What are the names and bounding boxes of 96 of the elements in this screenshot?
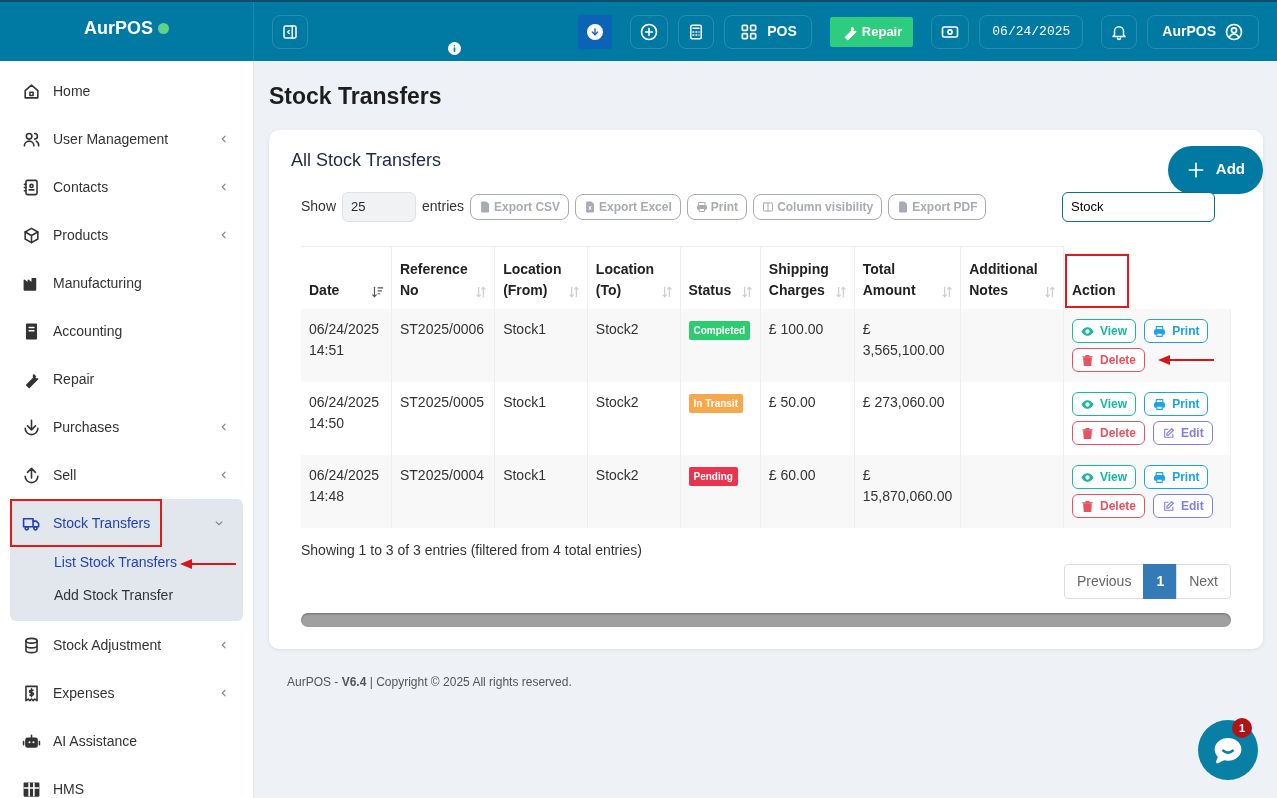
house-icon bbox=[22, 81, 41, 101]
sidebar-item[interactable]: Repair bbox=[10, 355, 243, 403]
sidebar-item[interactable]: Accounting bbox=[10, 307, 243, 355]
entries-label: entries bbox=[422, 197, 465, 216]
sidebar-item[interactable]: Purchases bbox=[10, 403, 243, 451]
sidebar-toggle-button[interactable] bbox=[272, 14, 308, 49]
card-title: All Stock Transfers bbox=[291, 148, 442, 172]
eye-icon bbox=[1081, 324, 1094, 338]
user-circle-icon bbox=[1224, 21, 1244, 42]
sort-icon bbox=[659, 285, 674, 299]
file-icon bbox=[479, 200, 492, 213]
table-cell: Stock2 bbox=[587, 455, 680, 528]
eye-icon bbox=[1081, 397, 1094, 411]
status-badge: In Transit bbox=[688, 394, 743, 413]
sort-icon bbox=[940, 285, 955, 299]
page-button[interactable]: 1 bbox=[1143, 564, 1178, 599]
unread-badge: 1 bbox=[1232, 718, 1252, 738]
printer-icon bbox=[1153, 397, 1167, 411]
pencil-square-icon bbox=[1162, 426, 1176, 440]
upload-icon bbox=[22, 465, 41, 485]
trash-icon bbox=[1081, 426, 1094, 440]
table-cell: £ 15,870,060.00 bbox=[854, 455, 961, 528]
sidebar-item[interactable]: Stock Transfers bbox=[10, 499, 163, 547]
date-button[interactable]: 06/24/2025 bbox=[979, 14, 1084, 49]
cash-button[interactable] bbox=[931, 14, 970, 49]
printer-icon bbox=[695, 200, 708, 213]
sidebar-item[interactable]: Home bbox=[10, 67, 243, 115]
table-cell: Stock1 bbox=[494, 309, 588, 382]
download-icon bbox=[587, 23, 604, 40]
submenu-item[interactable]: Add Stock Transfer bbox=[10, 580, 243, 613]
info-icon bbox=[448, 42, 461, 55]
printer-icon bbox=[1153, 470, 1167, 484]
horizontal-scrollbar[interactable] bbox=[301, 613, 1231, 627]
table-cell: £ 100.00 bbox=[760, 309, 855, 382]
sidebar-item[interactable]: Manufacturing bbox=[10, 259, 243, 307]
delete-button[interactable]: Delete bbox=[1072, 494, 1146, 518]
sidebar-item[interactable]: Products bbox=[10, 211, 243, 259]
sort-icon bbox=[566, 285, 581, 299]
show-label: Show bbox=[301, 197, 337, 216]
user-menu-button[interactable]: AurPOS bbox=[1147, 14, 1259, 49]
plus-circle-icon bbox=[639, 21, 660, 42]
eye-icon bbox=[1081, 470, 1094, 484]
trash-icon bbox=[1081, 499, 1094, 513]
footer-text: AurPOS - V6.4 | Copyright © 2025 All rights reserved. bbox=[286, 674, 573, 691]
table-cell: 06/24/2025 14:51 bbox=[301, 309, 392, 382]
sort-icon bbox=[1043, 285, 1057, 299]
trash-icon bbox=[1081, 353, 1094, 367]
table-cell: ST2025/0006 bbox=[391, 309, 495, 382]
sidebar-item[interactable]: Sell bbox=[10, 451, 243, 499]
download-icon bbox=[22, 417, 41, 437]
page-button[interactable]: Previous bbox=[1063, 564, 1145, 599]
delete-button[interactable]: Delete bbox=[1072, 421, 1146, 445]
column-header: Action bbox=[1064, 253, 1130, 309]
printer-icon bbox=[1153, 324, 1167, 338]
submenu-item[interactable]: List Stock Transfers bbox=[10, 547, 243, 580]
page-size-select[interactable]: 25 bbox=[342, 191, 417, 222]
brand-name: AurPOS bbox=[84, 17, 153, 40]
pdf-file-icon bbox=[897, 200, 910, 213]
sidebar-item[interactable]: User Management bbox=[10, 115, 243, 163]
sidebar-item[interactable]: Expenses bbox=[10, 669, 243, 717]
page-title: Stock Transfers bbox=[269, 82, 443, 111]
sort-icon bbox=[474, 285, 489, 299]
pos-button[interactable]: POS bbox=[724, 14, 812, 49]
panel-icon bbox=[281, 22, 299, 41]
table-info: Showing 1 to 3 of 3 entries (filtered from 4 total entries) bbox=[301, 541, 643, 560]
download-button[interactable] bbox=[578, 14, 613, 49]
sidebar-item[interactable]: Contacts bbox=[10, 163, 243, 211]
sort-icon bbox=[833, 285, 848, 299]
contact-book-icon bbox=[22, 177, 41, 197]
sort-descending-icon bbox=[370, 285, 385, 299]
calculator-button[interactable] bbox=[678, 14, 715, 49]
add-button[interactable] bbox=[630, 14, 669, 49]
table-cell: £ 60.00 bbox=[760, 455, 855, 528]
columns-icon bbox=[762, 200, 775, 213]
table-cell: ST2025/0004 bbox=[391, 455, 495, 528]
excel-file-icon bbox=[584, 200, 597, 213]
box-icon bbox=[22, 225, 41, 245]
robot-icon bbox=[22, 731, 41, 751]
table-cell: 06/24/2025 14:48 bbox=[301, 455, 392, 528]
sidebar-item[interactable]: HMS bbox=[10, 765, 243, 798]
status-badge: Pending bbox=[688, 467, 738, 486]
sidebar-item[interactable]: Stock Adjustment bbox=[10, 621, 243, 669]
status-badge: Completed bbox=[688, 321, 751, 340]
add-button[interactable]: Add bbox=[1167, 145, 1263, 194]
database-icon bbox=[22, 635, 41, 655]
sidebar-item[interactable]: AI Assistance bbox=[10, 717, 243, 765]
chat-button[interactable]: 1 bbox=[1198, 720, 1258, 780]
page-button[interactable]: Next bbox=[1176, 564, 1231, 599]
notifications-button[interactable] bbox=[1101, 14, 1138, 49]
sort-icon bbox=[739, 285, 754, 299]
table-cell: £ 3,565,100.00 bbox=[854, 309, 961, 382]
receipt-icon bbox=[22, 683, 41, 703]
table-cell: Stock2 bbox=[587, 309, 680, 382]
pencil-square-icon bbox=[1162, 499, 1176, 513]
table-cell: Stock1 bbox=[494, 455, 588, 528]
search-field[interactable]: Stock bbox=[1062, 191, 1215, 222]
